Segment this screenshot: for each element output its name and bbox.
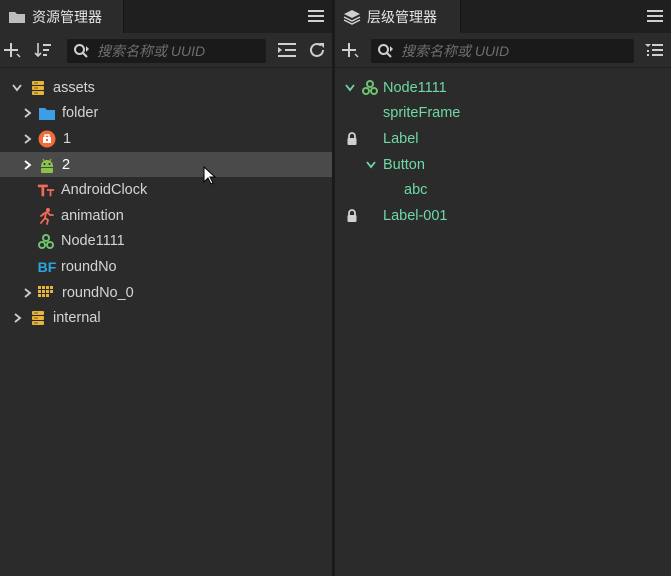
chevron-right-icon[interactable] (23, 287, 33, 298)
node-item-abc[interactable]: abc (335, 177, 671, 203)
tree-item-folder[interactable]: folder (0, 101, 332, 127)
sort-icon[interactable] (34, 41, 52, 59)
node-item-label: abc (404, 182, 428, 199)
node-item-label[interactable]: Label (335, 126, 671, 152)
tree-item-roundno[interactable]: BF roundNo (0, 254, 332, 280)
assets-search-box[interactable] (67, 39, 266, 63)
tree-item-assets[interactable]: assets (0, 75, 332, 101)
assets-tab-title: 资源管理器 (32, 8, 102, 25)
node-prefab-icon (361, 79, 379, 97)
refresh-icon[interactable] (308, 41, 326, 59)
assets-search-input[interactable] (97, 43, 247, 59)
node-item-node1111[interactable]: Node1111 (335, 75, 671, 101)
tree-item-label: internal (53, 310, 101, 327)
database-icon (29, 309, 47, 327)
assets-menu-icon[interactable] (308, 9, 324, 23)
chevron-right-icon[interactable] (23, 134, 33, 144)
database-icon (29, 79, 47, 97)
tree-item-label: roundNo_0 (62, 284, 134, 301)
hierarchy-tree: Node1111 spriteFrame Label Button abc La… (335, 75, 671, 229)
assets-tab[interactable]: 资源管理器 (0, 0, 124, 33)
tree-item-label: 1 (63, 130, 72, 147)
assets-tabbar: 资源管理器 (0, 0, 332, 33)
sprite-atlas-icon (37, 284, 55, 302)
lock-icon[interactable] (343, 207, 361, 225)
assets-tree: assets folder 1 2 AndroidClock animation… (0, 75, 332, 331)
tree-item-node1111[interactable]: Node1111 (0, 229, 332, 255)
hierarchy-search-box[interactable] (371, 39, 634, 63)
hierarchy-tab-title: 层级管理器 (367, 8, 437, 25)
tree-item-label: Node1111 (61, 233, 125, 250)
hierarchy-panel: 层级管理器 Node1111 sp (335, 0, 671, 576)
tree-item-internal[interactable]: internal (0, 305, 332, 331)
tree-item-2[interactable]: 2 (0, 151, 332, 178)
chevron-right-icon[interactable] (13, 313, 23, 323)
tree-item-animation[interactable]: animation (0, 203, 332, 229)
hierarchy-tab[interactable]: 层级管理器 (335, 0, 461, 33)
node-item-label-001[interactable]: Label-001 (335, 203, 671, 229)
node-item-label: Label (383, 130, 419, 147)
assets-panel: 资源管理器 搜索名称或 UUID assets folder 1 2 Andro… (0, 0, 332, 576)
tree-item-1[interactable]: 1 (0, 126, 332, 152)
assets-toolbar (0, 33, 332, 68)
collapse-all-icon[interactable] (277, 41, 297, 59)
tree-item-label: 2 (62, 156, 71, 173)
hierarchy-tabbar: 层级管理器 (335, 0, 671, 33)
bitmap-font-icon: BF (37, 258, 57, 275)
folder-icon (8, 10, 26, 24)
filter-list-icon[interactable] (644, 41, 664, 59)
add-asset-icon[interactable] (3, 41, 21, 59)
lock-icon[interactable] (343, 130, 361, 148)
chevron-right-icon[interactable] (23, 159, 33, 170)
android-icon (38, 156, 56, 174)
node-item-label: Button (383, 156, 425, 173)
tree-item-roundno-0[interactable]: roundNo_0 (0, 280, 332, 306)
hierarchy-toolbar (335, 33, 671, 68)
node-item-spriteframe[interactable]: spriteFrame (335, 101, 671, 127)
tree-item-label: folder (62, 105, 99, 122)
chevron-right-icon[interactable] (23, 108, 33, 119)
folder-icon (38, 104, 56, 122)
prefab-icon (38, 130, 56, 148)
chevron-down-icon[interactable] (345, 83, 355, 93)
hierarchy-search-input[interactable] (401, 43, 551, 59)
tree-item-label: assets (53, 79, 95, 96)
node-prefab-icon (37, 232, 55, 250)
hierarchy-menu-icon[interactable] (647, 9, 663, 23)
tree-item-label: AndroidClock (61, 182, 148, 199)
node-item-label: Label-001 (383, 207, 448, 224)
node-item-label: spriteFrame (383, 105, 461, 122)
mouse-cursor-icon (203, 165, 217, 186)
text-font-icon (37, 181, 55, 199)
search-icon (73, 43, 91, 59)
tree-item-label: animation (61, 207, 124, 224)
chevron-down-icon[interactable] (366, 160, 376, 170)
animation-icon (37, 207, 55, 225)
search-icon (377, 43, 395, 59)
tree-item-androidclock[interactable]: AndroidClock (0, 177, 332, 203)
node-item-label: Node1111 (383, 79, 447, 96)
node-item-button[interactable]: Button (335, 152, 671, 178)
chevron-down-icon[interactable] (12, 83, 22, 93)
add-node-icon[interactable] (341, 41, 359, 59)
tree-item-label: roundNo (61, 258, 117, 275)
layers-icon (343, 9, 361, 25)
